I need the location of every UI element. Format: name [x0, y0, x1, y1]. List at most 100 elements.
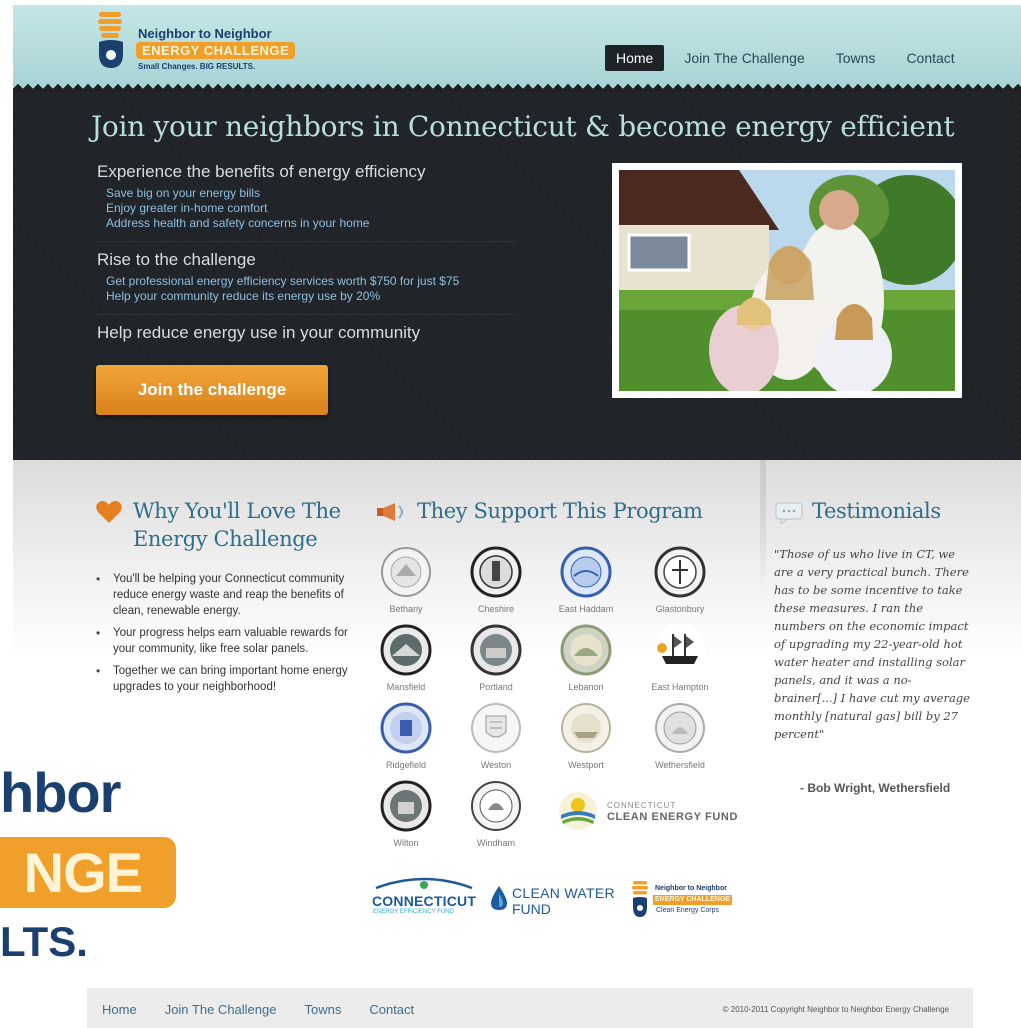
site-footer: Home Join The Challenge Towns Contact © …	[87, 988, 973, 1028]
nav-home[interactable]: Home	[605, 45, 665, 71]
town-seal-wethersfield[interactable]: Wethersfield	[635, 702, 725, 770]
town-seal-east-haddam[interactable]: East Haddam	[541, 546, 631, 614]
ct-efficiency-label-2: ENERGY EFFICIENCY FUND	[373, 909, 454, 915]
wethersfield-seal-icon	[655, 703, 705, 753]
clean-energy-fund-label-1: CONNECTICUT	[607, 801, 677, 810]
town-label: Wilton	[393, 838, 419, 848]
hero-title: Join your neighbors in Connecticut & bec…	[91, 110, 955, 143]
nav-contact[interactable]: Contact	[895, 45, 965, 71]
hero-heading: Help reduce energy use in your community	[97, 323, 421, 342]
town-seal-ridgefield[interactable]: Ridgefield	[361, 702, 451, 770]
hero-heading: Experience the benefits of energy effici…	[97, 162, 426, 181]
town-seal-westport[interactable]: Westport	[541, 702, 631, 770]
footer-link-towns[interactable]: Towns	[304, 1002, 341, 1017]
speech-bubble-icon	[775, 502, 803, 524]
town-label: Portland	[479, 682, 513, 692]
zoomed-logo-badge: NGE	[0, 837, 176, 908]
why-item: You'll be helping your Connecticut commu…	[96, 571, 356, 619]
n2n-sponsor-label-3: Clean Energy Corps	[656, 907, 720, 914]
logo-line1: Neighbor to Neighbor	[138, 26, 272, 41]
hero-bullet: Enjoy greater in-home comfort	[106, 201, 268, 215]
hero-bullet: Get professional energy efficiency servi…	[106, 274, 460, 288]
footer-link-home[interactable]: Home	[102, 1002, 137, 1017]
n2n-sponsor-label-1: Neighbor to Neighbor	[655, 885, 727, 892]
footer-copyright: © 2010-2011 Copyright Neighbor to Neighb…	[722, 1005, 949, 1014]
why-list: You'll be helping your Connecticut commu…	[96, 571, 356, 701]
footer-link-join-the-challenge[interactable]: Join The Challenge	[165, 1002, 277, 1017]
light-bulb-icon[interactable]	[630, 880, 650, 918]
nav-join-the-challenge[interactable]: Join The Challenge	[673, 45, 815, 71]
water-drop-icon[interactable]	[490, 885, 508, 911]
support-title: They Support This Program	[417, 499, 703, 523]
town-label: Lebanon	[568, 682, 604, 692]
clean-energy-fund-logo-icon[interactable]	[558, 791, 598, 831]
family-photo	[612, 163, 962, 398]
light-bulb-icon	[98, 12, 123, 68]
westport-seal-icon	[561, 703, 611, 753]
heart-icon	[96, 501, 122, 523]
east-haddam-seal-icon	[560, 546, 612, 598]
testimonial-quote: "Those of us who live in CT, we are a ve…	[774, 547, 970, 741]
bethany-seal-icon	[381, 547, 431, 597]
logo-line2: ENERGY CHALLENGE	[136, 42, 296, 59]
clean-water-fund-label-2: FUND	[512, 901, 551, 917]
logo-tagline: Small Changes. BIG RESULTS.	[138, 62, 256, 71]
footer-nav: Home Join The Challenge Towns Contact	[102, 1002, 442, 1017]
town-seal-bethany[interactable]: Bethany	[361, 546, 451, 614]
footer-link-contact[interactable]: Contact	[369, 1002, 414, 1017]
zoomed-logo-line3: LTS.	[0, 918, 88, 965]
town-seal-lebanon[interactable]: Lebanon	[541, 624, 631, 692]
ridgefield-seal-icon	[380, 702, 432, 754]
why-item: Your progress helps earn valuable reward…	[96, 625, 356, 657]
hero-bullet: Help your community reduce its energy us…	[106, 289, 381, 303]
hero-block-challenge: Rise to the challenge Get professional e…	[97, 250, 517, 315]
clean-water-fund-label-1: CLEAN WATER	[512, 885, 615, 901]
weston-seal-icon	[471, 703, 521, 753]
testimonials-title: Testimonials	[812, 499, 941, 523]
main-nav: Home Join The Challenge Towns Contact	[605, 45, 975, 71]
town-label: Windham	[476, 838, 515, 848]
glastonbury-seal-icon	[654, 546, 706, 598]
clean-energy-fund-label-2: CLEAN ENERGY FUND	[607, 811, 739, 823]
hero-block-community: Help reduce energy use in your community	[97, 323, 517, 357]
town-seal-mansfield[interactable]: Mansfield	[361, 624, 451, 692]
town-seal-east-hampton[interactable]: East Hampton	[635, 624, 725, 692]
town-seal-portland[interactable]: Portland	[451, 624, 541, 692]
n2n-sponsor-label-2: ENERGY CHALLENGE	[653, 895, 732, 905]
town-label: Bethany	[389, 604, 423, 614]
hero-section: Join your neighbors in Connecticut & bec…	[13, 92, 1021, 460]
why-title: Why You'll Love The Energy Challenge	[133, 499, 341, 551]
lebanon-seal-icon	[560, 624, 612, 676]
town-label: East Haddam	[558, 604, 614, 614]
portland-seal-icon	[470, 624, 522, 676]
town-seal-weston[interactable]: Weston	[451, 702, 541, 770]
wilton-seal-icon	[380, 780, 432, 832]
why-item: Together we can bring important home ene…	[96, 663, 356, 695]
hero-bullet: Address health and safety concerns in yo…	[106, 216, 370, 230]
column-divider	[760, 460, 766, 590]
town-label: Weston	[480, 760, 512, 770]
join-challenge-button[interactable]: Join the challenge	[96, 365, 328, 415]
hero-heading: Rise to the challenge	[97, 250, 256, 269]
town-seal-glastonbury[interactable]: Glastonbury	[635, 546, 725, 614]
town-label: Westport	[568, 760, 604, 770]
nav-towns[interactable]: Towns	[825, 45, 887, 71]
hero-benefits: Experience the benefits of energy effici…	[97, 162, 517, 365]
site-logo[interactable]: Neighbor to Neighbor ENERGY CHALLENGE Sm…	[95, 10, 296, 72]
town-label: Ridgefield	[385, 760, 427, 770]
zoomed-logo-line2: NGE	[23, 841, 143, 904]
town-label: Cheshire	[477, 604, 515, 614]
east-hampton-ship-icon	[654, 624, 706, 676]
ct-efficiency-label-1: CONNECTICUT	[372, 893, 477, 909]
zoomed-logo-line1: hbor	[0, 761, 121, 824]
family-photo-image	[619, 170, 955, 391]
town-label: Wethersfield	[655, 760, 705, 770]
town-seal-windham[interactable]: Windham	[451, 780, 541, 848]
town-seal-cheshire[interactable]: Cheshire	[451, 546, 541, 614]
header-zigzag-border	[13, 82, 1021, 92]
town-label: Glastonbury	[655, 604, 705, 614]
town-seal-wilton[interactable]: Wilton	[361, 780, 451, 848]
testimonial-author: - Bob Wright, Wethersfield	[800, 781, 951, 795]
megaphone-icon	[377, 503, 403, 521]
cheshire-seal-icon	[470, 546, 522, 598]
